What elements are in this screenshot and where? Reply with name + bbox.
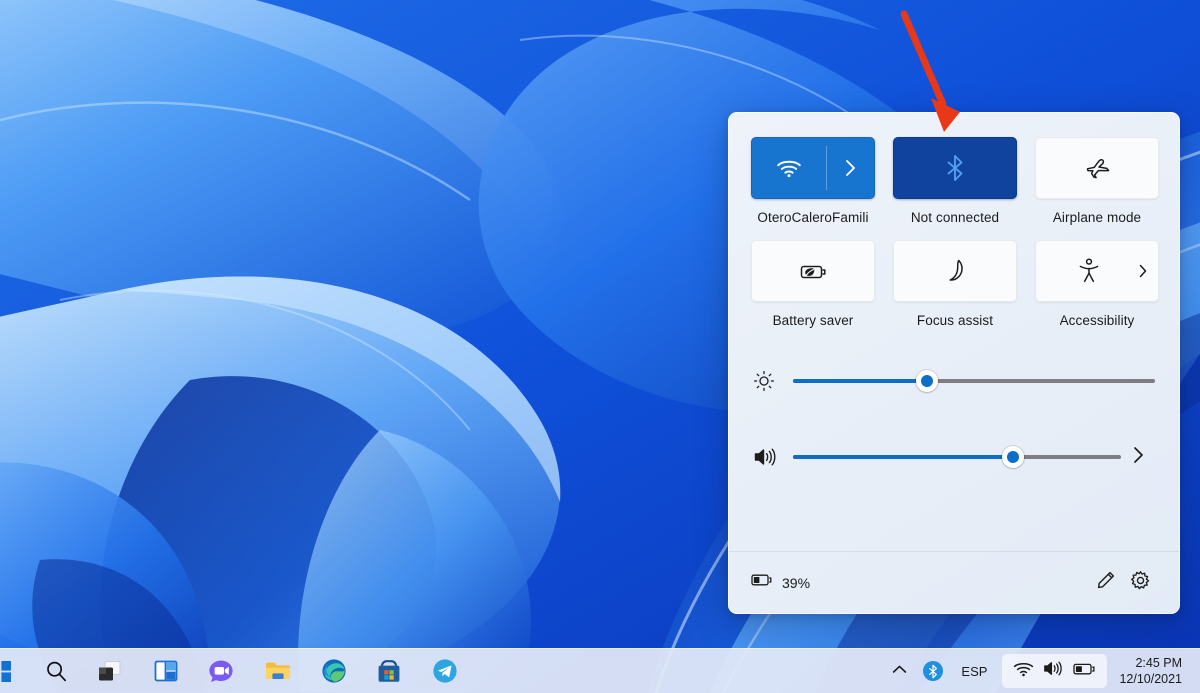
clock-date: 12/10/2021 bbox=[1119, 672, 1182, 686]
tile-cell-airplane-mode: Airplane mode bbox=[1035, 137, 1159, 225]
battery-saver-tile[interactable] bbox=[751, 240, 875, 302]
battery-saver-tile-label: Battery saver bbox=[772, 313, 854, 328]
tray-status-group[interactable] bbox=[1002, 654, 1108, 688]
battery-status[interactable]: 39% bbox=[751, 573, 810, 592]
airplane-mode-tile[interactable] bbox=[1035, 137, 1159, 199]
moon-icon bbox=[943, 258, 967, 284]
volume-output-expand-button[interactable] bbox=[1121, 446, 1155, 469]
tray-language-indicator[interactable]: ESP bbox=[952, 664, 996, 679]
quick-settings-footer: 39% bbox=[729, 551, 1179, 613]
chevron-right-icon bbox=[845, 159, 856, 177]
brightness-thumb[interactable] bbox=[915, 370, 938, 392]
search-button[interactable] bbox=[30, 649, 82, 693]
volume-icon bbox=[1043, 660, 1064, 682]
clock-time: 2:45 PM bbox=[1135, 655, 1182, 670]
brightness-fill bbox=[793, 379, 927, 383]
accessibility-tile-label: Accessibility bbox=[1059, 313, 1135, 328]
accessibility-person-icon bbox=[1078, 258, 1100, 284]
quick-settings-sliders bbox=[729, 328, 1179, 480]
tile-row-1: OteroCaleroFamili Not connected Airplane… bbox=[751, 137, 1159, 225]
open-settings-button[interactable] bbox=[1123, 566, 1157, 600]
search-icon bbox=[45, 660, 68, 683]
tile-cell-bluetooth: Not connected bbox=[893, 137, 1017, 225]
airplane-mode-tile-label: Airplane mode bbox=[1052, 210, 1142, 225]
taskbar-clock[interactable]: 2:45 PM 12/10/2021 bbox=[1113, 655, 1192, 688]
taskbar-buttons bbox=[0, 649, 473, 693]
tile-cell-accessibility: Accessibility bbox=[1035, 240, 1159, 328]
gear-icon bbox=[1130, 570, 1151, 596]
edit-quick-settings-button[interactable] bbox=[1089, 566, 1123, 600]
system-tray: ESP 2:45 PM 12/10/2021 bbox=[885, 649, 1192, 693]
airplane-icon bbox=[1083, 156, 1111, 180]
brightness-slider-row bbox=[753, 358, 1155, 404]
accessibility-tile[interactable] bbox=[1035, 240, 1159, 302]
bluetooth-icon bbox=[923, 661, 944, 681]
volume-icon bbox=[753, 446, 793, 468]
task-view-icon bbox=[97, 659, 123, 683]
volume-thumb[interactable] bbox=[1001, 446, 1024, 468]
tray-bluetooth-button[interactable] bbox=[916, 654, 950, 688]
bluetooth-icon bbox=[945, 154, 965, 182]
folder-icon bbox=[264, 659, 292, 683]
battery-icon bbox=[1073, 662, 1096, 681]
quick-settings-panel[interactable]: OteroCaleroFamili Not connected Airplane… bbox=[728, 112, 1180, 614]
tile-row-2: Battery saver Focus assist Accessibility bbox=[751, 240, 1159, 328]
bluetooth-tile[interactable] bbox=[893, 137, 1017, 199]
volume-slider-row bbox=[753, 434, 1155, 480]
taskbar[interactable]: ESP 2:45 PM 12/10/2021 bbox=[0, 648, 1200, 693]
focus-assist-tile[interactable] bbox=[893, 240, 1017, 302]
chevron-right-icon bbox=[1133, 446, 1144, 469]
wifi-tile-label: OteroCaleroFamili bbox=[757, 210, 869, 225]
wifi-icon bbox=[1013, 661, 1034, 682]
widgets-button[interactable] bbox=[138, 649, 193, 693]
tray-overflow-button[interactable] bbox=[885, 654, 914, 688]
desktop-screen: OteroCaleroFamili Not connected Airplane… bbox=[0, 0, 1200, 693]
volume-fill bbox=[793, 455, 1013, 459]
chevron-up-icon bbox=[892, 662, 907, 680]
tile-cell-focus-assist: Focus assist bbox=[893, 240, 1017, 328]
windows-logo-icon bbox=[0, 660, 12, 682]
file-explorer-button[interactable] bbox=[249, 649, 306, 693]
brightness-slider[interactable] bbox=[793, 369, 1155, 393]
focus-assist-tile-label: Focus assist bbox=[916, 313, 994, 328]
microsoft-store-button[interactable] bbox=[361, 649, 417, 693]
store-icon bbox=[376, 659, 402, 684]
volume-slider[interactable] bbox=[793, 445, 1121, 469]
telegram-icon bbox=[432, 658, 458, 684]
wifi-toggle[interactable] bbox=[752, 138, 826, 198]
quick-settings-tiles: OteroCaleroFamili Not connected Airplane… bbox=[729, 113, 1179, 328]
wifi-icon bbox=[776, 158, 802, 178]
bluetooth-tile-label: Not connected bbox=[910, 210, 1000, 225]
wifi-expand-button[interactable] bbox=[827, 138, 874, 198]
tile-cell-wifi: OteroCaleroFamili bbox=[751, 137, 875, 225]
widgets-icon bbox=[153, 659, 179, 683]
start-button[interactable] bbox=[0, 649, 30, 693]
tile-cell-battery-saver: Battery saver bbox=[751, 240, 875, 328]
pencil-icon bbox=[1096, 570, 1116, 595]
chat-button[interactable] bbox=[193, 649, 249, 693]
task-view-button[interactable] bbox=[82, 649, 138, 693]
battery-icon bbox=[751, 573, 773, 592]
accessibility-expand-button[interactable] bbox=[1139, 264, 1147, 278]
battery-leaf-icon bbox=[798, 261, 828, 281]
edge-button[interactable] bbox=[306, 649, 361, 693]
telegram-button[interactable] bbox=[417, 649, 473, 693]
battery-percent-label: 39% bbox=[782, 574, 811, 591]
brightness-icon bbox=[753, 370, 793, 392]
teams-chat-icon bbox=[208, 659, 235, 684]
edge-icon bbox=[321, 658, 347, 684]
wifi-tile[interactable] bbox=[751, 137, 875, 199]
